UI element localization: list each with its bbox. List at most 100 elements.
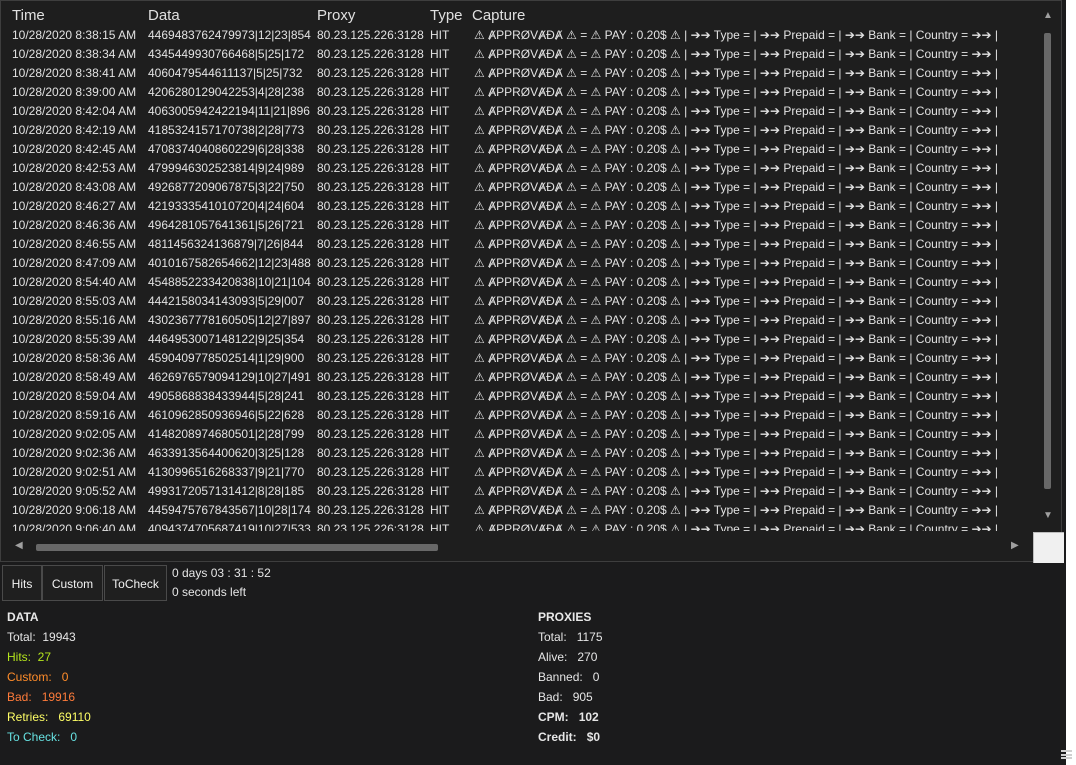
chevron-left-icon[interactable]: ◀ bbox=[15, 540, 23, 551]
chevron-up-icon[interactable]: ▲ bbox=[1043, 10, 1053, 21]
cell-capture: ⚠ ȺPPRØVȺĐȺ ⚠ = ⚠ PAY : 0.20$ ⚠ | ➔➔ Typ… bbox=[474, 180, 999, 194]
hamburger-menu-icon[interactable] bbox=[1061, 750, 1072, 759]
cell-proxy: 80.23.125.226:3128 bbox=[317, 199, 424, 213]
table-row[interactable]: 10/28/2020 8:59:16 AM 4610962850936946|5|… bbox=[1, 406, 1035, 425]
table-row[interactable]: 10/28/2020 8:58:36 AM 4590409778502514|1|… bbox=[1, 349, 1035, 368]
cell-time: 10/28/2020 8:38:34 AM bbox=[12, 47, 137, 61]
cell-capture: ⚠ ȺPPRØVȺĐȺ ⚠ = ⚠ PAY : 0.20$ ⚠ | ➔➔ Typ… bbox=[474, 199, 999, 213]
cell-type: HIT bbox=[430, 123, 450, 137]
table-row[interactable]: 10/28/2020 8:55:03 AM 4442158034143093|5|… bbox=[1, 292, 1035, 311]
proxy-bad-value: 905 bbox=[572, 690, 593, 704]
table-row[interactable]: 10/28/2020 8:38:34 AM 4345449930766468|5|… bbox=[1, 45, 1035, 64]
table-row[interactable]: 10/28/2020 8:46:27 AM 4219333541010720|4|… bbox=[1, 197, 1035, 216]
horizontal-scroll-thumb[interactable] bbox=[36, 544, 438, 551]
tab-tocheck[interactable]: ToCheck bbox=[104, 565, 167, 601]
cell-capture: ⚠ ȺPPRØVȺĐȺ ⚠ = ⚠ PAY : 0.20$ ⚠ | ➔➔ Typ… bbox=[474, 123, 999, 137]
table-row[interactable]: 10/28/2020 9:05:52 AM 4993172057131412|8|… bbox=[1, 482, 1035, 501]
cell-proxy: 80.23.125.226:3128 bbox=[317, 503, 424, 517]
proxy-alive-value: 270 bbox=[577, 650, 598, 664]
column-header-capture[interactable]: Capture bbox=[472, 7, 525, 24]
column-header-data[interactable]: Data bbox=[148, 7, 180, 24]
table-row[interactable]: 10/28/2020 8:55:16 AM 4302367778160505|12… bbox=[1, 311, 1035, 330]
table-row[interactable]: 10/28/2020 9:02:36 AM 4633913564400620|3|… bbox=[1, 444, 1035, 463]
data-tocheck-label: To Check: bbox=[7, 730, 61, 744]
cell-data: 4345449930766468|5|25|172 bbox=[148, 47, 305, 61]
cell-time: 10/28/2020 8:46:36 AM bbox=[12, 218, 137, 232]
cell-type: HIT bbox=[430, 332, 450, 346]
proxy-credit-value: $0 bbox=[586, 730, 601, 744]
cell-data: 4633913564400620|3|25|128 bbox=[148, 446, 305, 460]
cell-type: HIT bbox=[430, 294, 450, 308]
vertical-scrollbar[interactable]: ▲ ▼ bbox=[1037, 5, 1059, 527]
cell-capture: ⚠ ȺPPRØVȺĐȺ ⚠ = ⚠ PAY : 0.20$ ⚠ | ➔➔ Typ… bbox=[474, 313, 999, 327]
table-row[interactable]: 10/28/2020 8:43:08 AM 4926877209067875|3|… bbox=[1, 178, 1035, 197]
proxy-total-value: 1175 bbox=[576, 630, 603, 644]
table-row[interactable]: 10/28/2020 8:46:55 AM 4811456324136879|7|… bbox=[1, 235, 1035, 254]
cell-time: 10/28/2020 8:38:41 AM bbox=[12, 66, 137, 80]
cell-time: 10/28/2020 8:59:16 AM bbox=[12, 408, 137, 422]
cell-capture: ⚠ ȺPPRØVȺĐȺ ⚠ = ⚠ PAY : 0.20$ ⚠ | ➔➔ Typ… bbox=[474, 465, 999, 479]
table-row[interactable]: 10/28/2020 8:38:15 AM 4469483762479973|12… bbox=[1, 26, 1035, 45]
cell-time: 10/28/2020 9:02:51 AM bbox=[12, 465, 137, 479]
table-row[interactable]: 10/28/2020 9:06:40 AM 4094374705687419|10… bbox=[1, 520, 1035, 531]
table-row[interactable]: 10/28/2020 8:42:19 AM 4185324157170738|2|… bbox=[1, 121, 1035, 140]
horizontal-scrollbar[interactable]: ◀ ▶ bbox=[5, 536, 1035, 556]
cell-time: 10/28/2020 8:46:27 AM bbox=[12, 199, 137, 213]
cell-type: HIT bbox=[430, 161, 450, 175]
cell-proxy: 80.23.125.226:3128 bbox=[317, 465, 424, 479]
data-retries-stat: Retries: 69110 bbox=[7, 710, 91, 724]
cell-type: HIT bbox=[430, 256, 450, 270]
cell-capture: ⚠ ȺPPRØVȺĐȺ ⚠ = ⚠ PAY : 0.20$ ⚠ | ➔➔ Typ… bbox=[474, 142, 999, 156]
table-row[interactable]: 10/28/2020 9:02:51 AM 4130996516268337|9|… bbox=[1, 463, 1035, 482]
table-row[interactable]: 10/28/2020 8:47:09 AM 4010167582654662|12… bbox=[1, 254, 1035, 273]
vertical-scroll-thumb[interactable] bbox=[1044, 33, 1051, 489]
cell-proxy: 80.23.125.226:3128 bbox=[317, 408, 424, 422]
elapsed-time: 0 days 03 : 31 : 52 bbox=[172, 566, 271, 580]
data-retries-label: Retries: bbox=[7, 710, 49, 724]
table-row[interactable]: 10/28/2020 8:42:04 AM 4063005942422194|11… bbox=[1, 102, 1035, 121]
table-row[interactable]: 10/28/2020 9:02:05 AM 4148208974680501|2|… bbox=[1, 425, 1035, 444]
cell-time: 10/28/2020 8:58:49 AM bbox=[12, 370, 137, 384]
cell-capture: ⚠ ȺPPRØVȺĐȺ ⚠ = ⚠ PAY : 0.20$ ⚠ | ➔➔ Typ… bbox=[474, 294, 999, 308]
chevron-right-icon[interactable]: ▶ bbox=[1011, 540, 1019, 551]
data-bad-stat: Bad: 19916 bbox=[7, 690, 75, 704]
cell-proxy: 80.23.125.226:3128 bbox=[317, 256, 424, 270]
cell-data: 4905868838433944|5|28|241 bbox=[148, 389, 305, 403]
table-row[interactable]: 10/28/2020 8:58:49 AM 4626976579094129|10… bbox=[1, 368, 1035, 387]
proxy-banned-label: Banned: bbox=[538, 670, 583, 684]
column-header-type[interactable]: Type bbox=[430, 7, 463, 24]
proxy-credit-label: Credit: bbox=[538, 730, 577, 744]
proxy-total-stat: Total: 1175 bbox=[538, 630, 603, 644]
cell-capture: ⚠ ȺPPRØVȺĐȺ ⚠ = ⚠ PAY : 0.20$ ⚠ | ➔➔ Typ… bbox=[474, 484, 999, 498]
cell-proxy: 80.23.125.226:3128 bbox=[317, 85, 424, 99]
proxy-cpm-label: CPM: bbox=[538, 710, 569, 724]
cell-time: 10/28/2020 8:38:15 AM bbox=[12, 28, 137, 42]
table-row[interactable]: 10/28/2020 8:59:04 AM 4905868838433944|5|… bbox=[1, 387, 1035, 406]
chevron-down-icon[interactable]: ▼ bbox=[1043, 510, 1053, 521]
table-row[interactable]: 10/28/2020 8:42:53 AM 4799946302523814|9|… bbox=[1, 159, 1035, 178]
table-row[interactable]: 10/28/2020 8:38:41 AM 4060479544611137|5|… bbox=[1, 64, 1035, 83]
tab-custom[interactable]: Custom bbox=[42, 565, 103, 601]
column-header-time[interactable]: Time bbox=[12, 7, 45, 24]
table-row[interactable]: 10/28/2020 8:42:45 AM 4708374040860229|6|… bbox=[1, 140, 1035, 159]
proxy-credit-stat: Credit: $0 bbox=[538, 730, 600, 744]
table-row[interactable]: 10/28/2020 8:55:39 AM 4464953007148122|9|… bbox=[1, 330, 1035, 349]
column-header-proxy[interactable]: Proxy bbox=[317, 7, 355, 24]
grid-header: Time Data Proxy Type Capture bbox=[1, 1, 1041, 25]
table-row[interactable]: 10/28/2020 9:06:18 AM 4459475767843567|10… bbox=[1, 501, 1035, 520]
cell-type: HIT bbox=[430, 351, 450, 365]
cell-data: 4094374705687419|10|27|533 bbox=[148, 522, 311, 531]
cell-proxy: 80.23.125.226:3128 bbox=[317, 275, 424, 289]
table-row[interactable]: 10/28/2020 8:39:00 AM 4206280129042253|4|… bbox=[1, 83, 1035, 102]
table-row[interactable]: 10/28/2020 8:54:40 AM 4548852233420838|10… bbox=[1, 273, 1035, 292]
tab-hits[interactable]: Hits bbox=[2, 565, 42, 601]
cell-type: HIT bbox=[430, 370, 450, 384]
data-tocheck-value: 0 bbox=[70, 730, 78, 744]
proxy-total-label: Total: bbox=[538, 630, 567, 644]
background-window-strip bbox=[1066, 0, 1076, 765]
data-custom-value: 0 bbox=[61, 670, 69, 684]
table-row[interactable]: 10/28/2020 8:46:36 AM 4964281057641361|5|… bbox=[1, 216, 1035, 235]
cell-time: 10/28/2020 9:06:40 AM bbox=[12, 522, 137, 531]
hits-grid[interactable]: Time Data Proxy Type Capture 10/28/2020 … bbox=[0, 0, 1064, 563]
cell-proxy: 80.23.125.226:3128 bbox=[317, 522, 424, 531]
